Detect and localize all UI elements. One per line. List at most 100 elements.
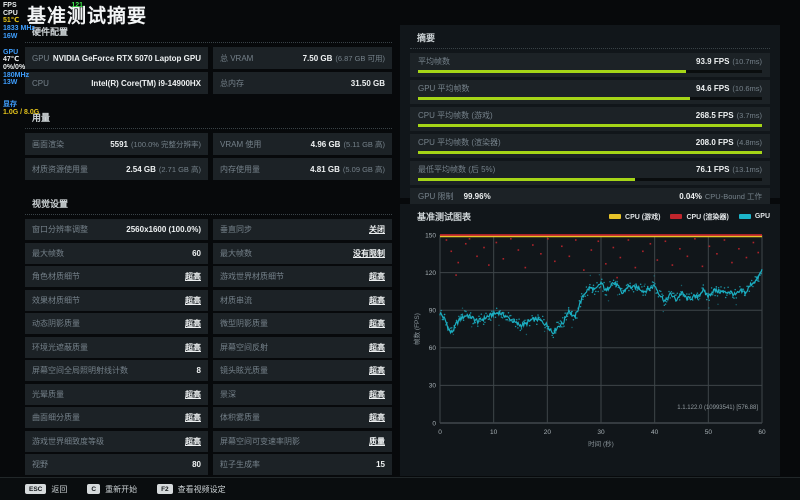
setting-row: 效果材质细节 超高 材质串流 超高 [25, 289, 392, 311]
gpu-point [582, 298, 584, 301]
gpu-outlier-point [553, 330, 555, 332]
hotkey-esc[interactable]: ESC 返回 [25, 484, 67, 495]
setting-row: 曲面细分质量 超高 体积雾质量 超高 [25, 407, 392, 428]
gpu-point [654, 283, 656, 285]
gpu-outlier-point [498, 324, 500, 326]
hotkey-c[interactable]: C 重新开始 [87, 484, 137, 495]
keycap: ESC [25, 484, 47, 494]
cpu-render-point [457, 261, 460, 264]
summary-bar-fill [418, 124, 762, 127]
legend-label: CPU (游戏) [625, 213, 661, 221]
setting-cell: 最大帧数 60 [25, 242, 208, 264]
cpu-render-point [656, 259, 659, 261]
summary-bar-track [418, 97, 762, 100]
cpu-render-point [547, 237, 549, 240]
gpu-point [719, 289, 721, 291]
gpu-point [669, 297, 671, 299]
gpu-point [445, 324, 447, 326]
gpu-point [552, 336, 555, 339]
chart-header: 基准测试图表 CPU (游戏) CPU (渲染器) GPU [410, 210, 770, 223]
gpu-point [724, 296, 727, 299]
gpu-point [684, 295, 687, 298]
overlay-stat-label: 16W [3, 32, 18, 40]
setting-value: 8 [196, 366, 201, 375]
setting-value: 4.96 GB [310, 139, 341, 149]
gpu-point [572, 319, 575, 321]
gpu-point [514, 325, 517, 328]
gpu-outlier-point [726, 291, 728, 294]
gpu-point [613, 282, 616, 284]
setting-value: 超高 [369, 272, 385, 281]
cpu-render-point [708, 245, 711, 248]
setting-cell: 粒子生成率 15 [213, 454, 392, 475]
overlay-stat-label: 显存 [3, 101, 17, 109]
gpu-point [550, 328, 552, 330]
gpu-point [530, 318, 532, 321]
setting-value: 2.54 GB [126, 164, 156, 174]
cpu-render-point [649, 242, 652, 245]
gpu-point [567, 307, 570, 309]
legend-item: CPU (渲染器) [670, 212, 729, 222]
summary-bar-fill [418, 70, 687, 73]
summary-bar-track [418, 178, 762, 181]
cpu-render-point [738, 247, 740, 250]
setting-value: 超高 [369, 295, 385, 305]
setting-row: 窗口分辨率调整 2560x1600 (100.0%) 垂直同步 关闭 [25, 219, 392, 240]
x-tick-label: 20 [544, 429, 552, 436]
setting-label: 最大帧数 [32, 248, 64, 258]
gpu-point [510, 314, 512, 317]
setting-row: 材质资源使用量 2.54 GB (2.71 GB 高) 内存使用量 4.81 GB (5.… [25, 158, 392, 180]
gpu-point [737, 291, 740, 293]
setting-value: 60 [192, 248, 201, 258]
gpu-outlier-point [671, 295, 674, 298]
gpu-point [525, 322, 527, 325]
setting-label: 环境光遮蔽质量 [32, 342, 88, 352]
gpu-point [720, 286, 722, 288]
version-watermark: 1.1.122.0 (10993541) [576.88] [677, 405, 758, 411]
overlay-line: 1.0G / 8.0G [3, 109, 83, 117]
gpu-point [546, 327, 549, 330]
gpu-point [747, 285, 749, 287]
gpu-point [749, 282, 752, 285]
gpu-point [677, 296, 680, 298]
gpu-outlier-point [689, 296, 692, 298]
gpu-point [524, 319, 526, 322]
summary-value: 93.9 FPS [696, 57, 730, 66]
setting-label: 总内存 [220, 78, 244, 88]
setting-value: 7.50 GB [302, 53, 333, 63]
visual-settings-title: 视觉设置 [25, 197, 392, 215]
setting-cell: 窗口分辨率调整 2560x1600 (100.0%) [25, 219, 208, 240]
summary-section: 摘要 平均帧数 93.9 FPS (10.7ms) GPU 平均帧数 94.6 FPS(… [400, 25, 780, 212]
visual-settings-section: 视觉设置 窗口分辨率调整 2560x1600 (100.0%) 垂直同步 关闭 最大帧数… [25, 197, 392, 475]
summary-value: 76.1 FPS [696, 165, 730, 174]
cpu-render-point [483, 246, 485, 249]
overlay-stat-label: 51℃ [3, 17, 20, 25]
gpu-point [507, 311, 510, 314]
setting-cell: 动态阴影质量 超高 [25, 313, 208, 334]
gpu-point [755, 276, 758, 278]
hotkey-f2[interactable]: F2 查看视频设定 [157, 484, 226, 495]
gpu-point [534, 318, 537, 320]
x-tick-label: 0 [438, 429, 442, 436]
gpu-point [486, 314, 488, 317]
legend-item: GPU [738, 213, 770, 220]
cpu-render-point [612, 246, 615, 249]
setting-cell: 屏幕空间反射 超高 [213, 336, 392, 358]
gpu-point [758, 280, 760, 282]
setting-cell: 垂直同步 关闭 [213, 219, 392, 240]
gpu-point [733, 297, 735, 299]
cpu-render-point [468, 237, 471, 240]
gpu-point [557, 321, 559, 323]
gpu-point [722, 290, 725, 292]
gpu-point [701, 287, 703, 289]
cpu-render-point [445, 239, 448, 241]
setting-cell: 镜头眩光质量 超高 [213, 360, 392, 381]
gpu-point [577, 307, 579, 309]
cpu-render-point [642, 250, 644, 253]
gpu-point [580, 293, 583, 295]
right-column: 摘要 平均帧数 93.9 FPS (10.7ms) GPU 平均帧数 94.6 FPS(… [400, 25, 780, 476]
setting-value: 4.81 GB [310, 164, 340, 174]
setting-value: 关闭 [369, 225, 385, 234]
setting-value: 80 [192, 460, 201, 469]
chart-section: 基准测试图表 CPU (游戏) CPU (渲染器) GPU 0 30 60 90 120 15… [400, 204, 780, 476]
